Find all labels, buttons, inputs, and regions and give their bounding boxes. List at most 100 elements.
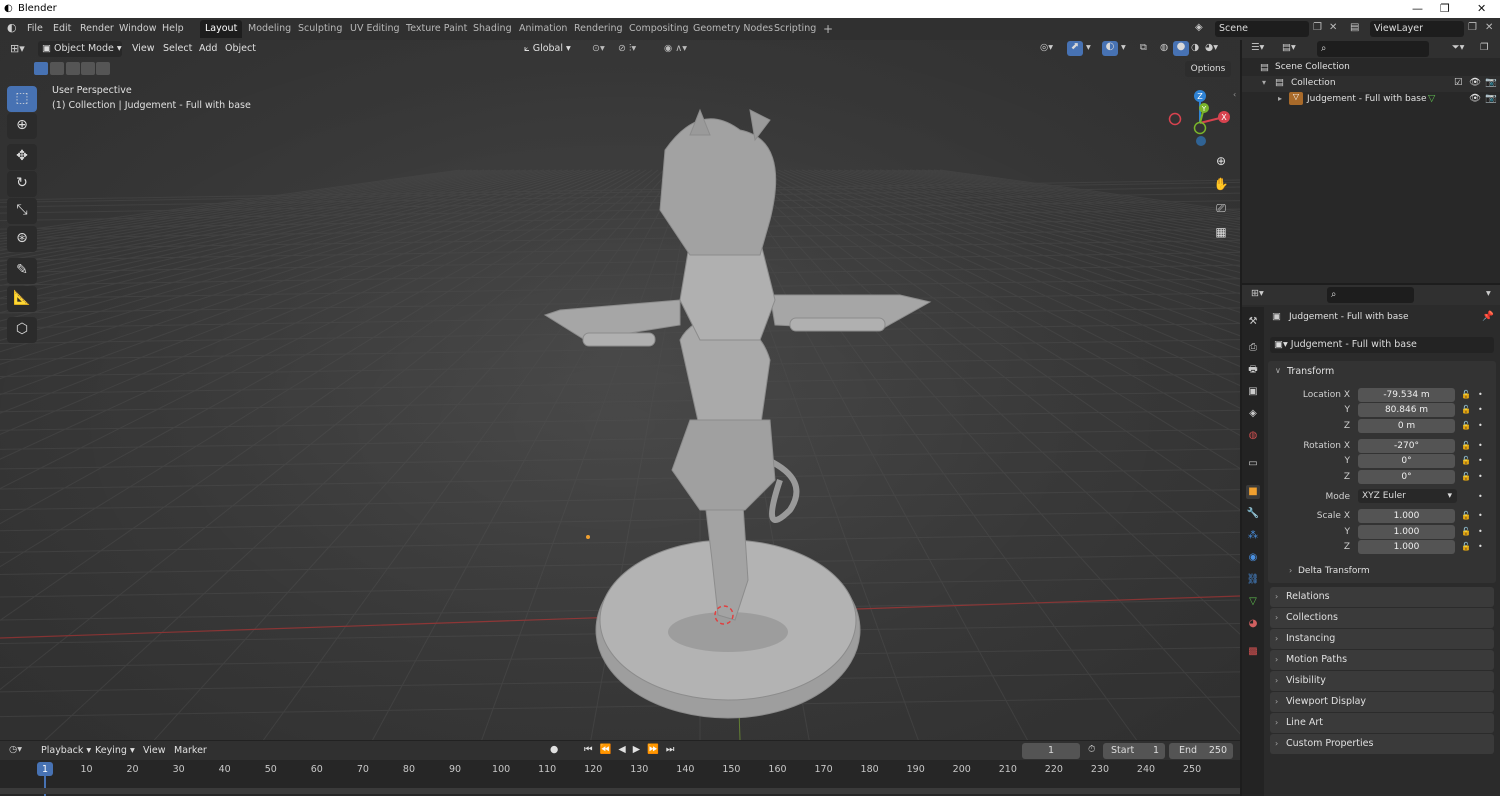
rotation-x-field[interactable]: -270°	[1358, 439, 1455, 453]
panel-custom-properties[interactable]: › Custom Properties	[1270, 734, 1494, 754]
tab-geometry-nodes[interactable]: Geometry Nodes	[688, 20, 778, 38]
solid-shading-icon[interactable]: ●	[1173, 41, 1189, 56]
menu-file[interactable]: File	[27, 23, 43, 34]
keyframe-dot-icon[interactable]: •	[1478, 390, 1483, 399]
outliner[interactable]: ☰▾ ▤▾ ⌕ ⏷▾ ❐ ▤ Scene Collection ▾ ▤ Coll…	[1242, 40, 1500, 283]
minimize-icon[interactable]: —	[1412, 2, 1423, 15]
props-dropdown-icon[interactable]: ▾	[1486, 288, 1491, 299]
record-icon[interactable]: ●	[550, 744, 558, 755]
transform-title[interactable]: Transform	[1287, 366, 1334, 377]
add-cube-tool[interactable]: ⬡	[7, 317, 37, 343]
playback-controls[interactable]: ⏮ ⏪ ◀ ▶ ⏩ ⏭	[584, 744, 676, 755]
constraints-tab-icon[interactable]: ⛓	[1246, 573, 1260, 587]
location-x-field[interactable]: -79.534 m	[1358, 388, 1455, 402]
select-box-tool[interactable]: ⬚	[7, 86, 37, 112]
keyframe-dot-icon[interactable]: •	[1478, 542, 1483, 551]
properties-editor-icon[interactable]: ⊞▾	[1251, 288, 1264, 299]
view-layer-selector[interactable]: ViewLayer	[1370, 21, 1464, 37]
end-frame-field[interactable]: End 250	[1169, 743, 1233, 759]
timeline-scrollbar[interactable]	[0, 788, 1240, 794]
keyframe-dot-icon[interactable]: •	[1478, 456, 1483, 465]
outliner-search[interactable]: ⌕	[1317, 41, 1429, 57]
menu-edit[interactable]: Edit	[53, 23, 71, 34]
rotation-y-field[interactable]: 0°	[1358, 454, 1455, 468]
vp-menu-select[interactable]: Select	[163, 43, 192, 54]
tab-scripting[interactable]: Scripting	[769, 20, 821, 38]
scale-tool[interactable]: ⤡	[7, 198, 37, 224]
object-expand-icon[interactable]: ▸	[1278, 94, 1282, 103]
vp-menu-object[interactable]: Object	[225, 43, 256, 54]
collection-checkbox-icon[interactable]: ☑	[1454, 77, 1463, 88]
lock-icon[interactable]: 🔓	[1461, 405, 1471, 414]
lock-icon[interactable]: 🔓	[1461, 511, 1471, 520]
overlay-toggle-icon[interactable]: ◐	[1102, 41, 1118, 56]
xray-icon[interactable]: ⧉	[1140, 42, 1147, 53]
keyframe-dot-icon[interactable]: •	[1478, 472, 1483, 481]
ortho-grid-icon[interactable]: ▦	[1211, 222, 1231, 242]
object-name-field[interactable]: ▣▾ Judgement - Full with base	[1270, 337, 1494, 353]
tab-uv-editing[interactable]: UV Editing	[345, 20, 405, 38]
navigation-gizmo[interactable]: X Z Y	[1166, 88, 1236, 158]
scene-selector[interactable]: Scene	[1215, 21, 1309, 37]
tool-tab-icon[interactable]: ⚒	[1246, 315, 1260, 329]
panel-line-art[interactable]: › Line Art	[1270, 713, 1494, 733]
overlay-dropdown-icon[interactable]: ▾	[1121, 42, 1126, 53]
cursor-tool[interactable]: ⊕	[7, 113, 37, 139]
delete-view-layer-icon[interactable]: ✕	[1485, 22, 1493, 33]
menu-render[interactable]: Render	[80, 23, 114, 34]
new-view-layer-icon[interactable]: ❐	[1468, 22, 1477, 33]
measure-tool[interactable]: 📐	[7, 286, 37, 312]
blender-menu-icon[interactable]: ◐	[7, 21, 17, 34]
display-mode-icon[interactable]: ▤▾	[1282, 42, 1296, 53]
delta-expand-icon[interactable]: ›	[1289, 566, 1292, 575]
view-layer-tab-icon[interactable]: ▣	[1246, 385, 1260, 399]
output-tab-icon[interactable]: 🖶	[1246, 363, 1260, 377]
delete-scene-icon[interactable]: ✕	[1329, 22, 1337, 33]
menu-help[interactable]: Help	[162, 23, 184, 34]
lock-icon[interactable]: 🔓	[1461, 527, 1471, 536]
panel-visibility[interactable]: › Visibility	[1270, 671, 1494, 691]
vp-menu-add[interactable]: Add	[199, 43, 217, 54]
gizmo-toggle-icon[interactable]: ⬈	[1067, 41, 1083, 56]
object-tab-icon[interactable]: ■	[1246, 485, 1260, 499]
tab-sculpting[interactable]: Sculpting	[293, 20, 347, 38]
transform-tool[interactable]: ⊛	[7, 226, 37, 252]
panel-instancing[interactable]: › Instancing	[1270, 629, 1494, 649]
filter-icon[interactable]: ⏷▾	[1452, 42, 1464, 53]
scene-tab-icon[interactable]: ◈	[1246, 407, 1260, 421]
select-invert-icon[interactable]	[81, 62, 95, 75]
restore-icon[interactable]: ❐	[1440, 2, 1450, 15]
tab-layout[interactable]: Layout	[200, 20, 243, 38]
timeline-ruler[interactable]: 1 10 20 30 40 50 60 70 80 90 100 110 120 130 140 150 160…	[0, 760, 1240, 796]
panel-motion-paths[interactable]: › Motion Paths	[1270, 650, 1494, 670]
material-shading-icon[interactable]: ◑	[1191, 42, 1199, 53]
editor-type-icon[interactable]: ⊞▾	[10, 42, 25, 55]
new-scene-icon[interactable]: ❐	[1313, 22, 1322, 33]
current-frame-field[interactable]: 1	[1022, 743, 1080, 759]
gizmo-dropdown-icon[interactable]: ▾	[1086, 42, 1091, 53]
location-z-field[interactable]: 0 m	[1358, 419, 1455, 433]
world-tab-icon[interactable]: ◍	[1246, 429, 1260, 443]
tab-rendering[interactable]: Rendering	[569, 20, 628, 38]
timeline-menu-playback[interactable]: Playback ▾	[41, 745, 91, 756]
lock-icon[interactable]: 🔓	[1461, 456, 1471, 465]
timeline-menu-keying[interactable]: Keying ▾	[95, 745, 135, 756]
timeline-editor-icon[interactable]: ◷▾	[9, 744, 22, 755]
vp-menu-view[interactable]: View	[132, 43, 155, 54]
tab-texture-paint[interactable]: Texture Paint	[401, 20, 472, 38]
collection-label[interactable]: Collection	[1291, 78, 1336, 88]
rotation-z-field[interactable]: 0°	[1358, 470, 1455, 484]
properties-search[interactable]: ⌕	[1327, 287, 1414, 303]
proportional-edit-icon[interactable]: ◉ ∧▾	[664, 43, 687, 54]
rotate-tool[interactable]: ↻	[7, 171, 37, 197]
lock-icon[interactable]: 🔓	[1461, 441, 1471, 450]
collection-tab-icon[interactable]: ▭	[1246, 457, 1260, 471]
tab-animation[interactable]: Animation	[514, 20, 572, 38]
tab-compositing[interactable]: Compositing	[624, 20, 694, 38]
select-extend-icon[interactable]	[50, 62, 64, 75]
tab-modeling[interactable]: Modeling	[243, 20, 296, 38]
render-tab-icon[interactable]: ⎙	[1246, 341, 1260, 355]
select-intersect-icon[interactable]	[96, 62, 110, 75]
rendered-shading-icon[interactable]: ◕▾	[1205, 42, 1218, 53]
lock-icon[interactable]: 🔓	[1461, 542, 1471, 551]
